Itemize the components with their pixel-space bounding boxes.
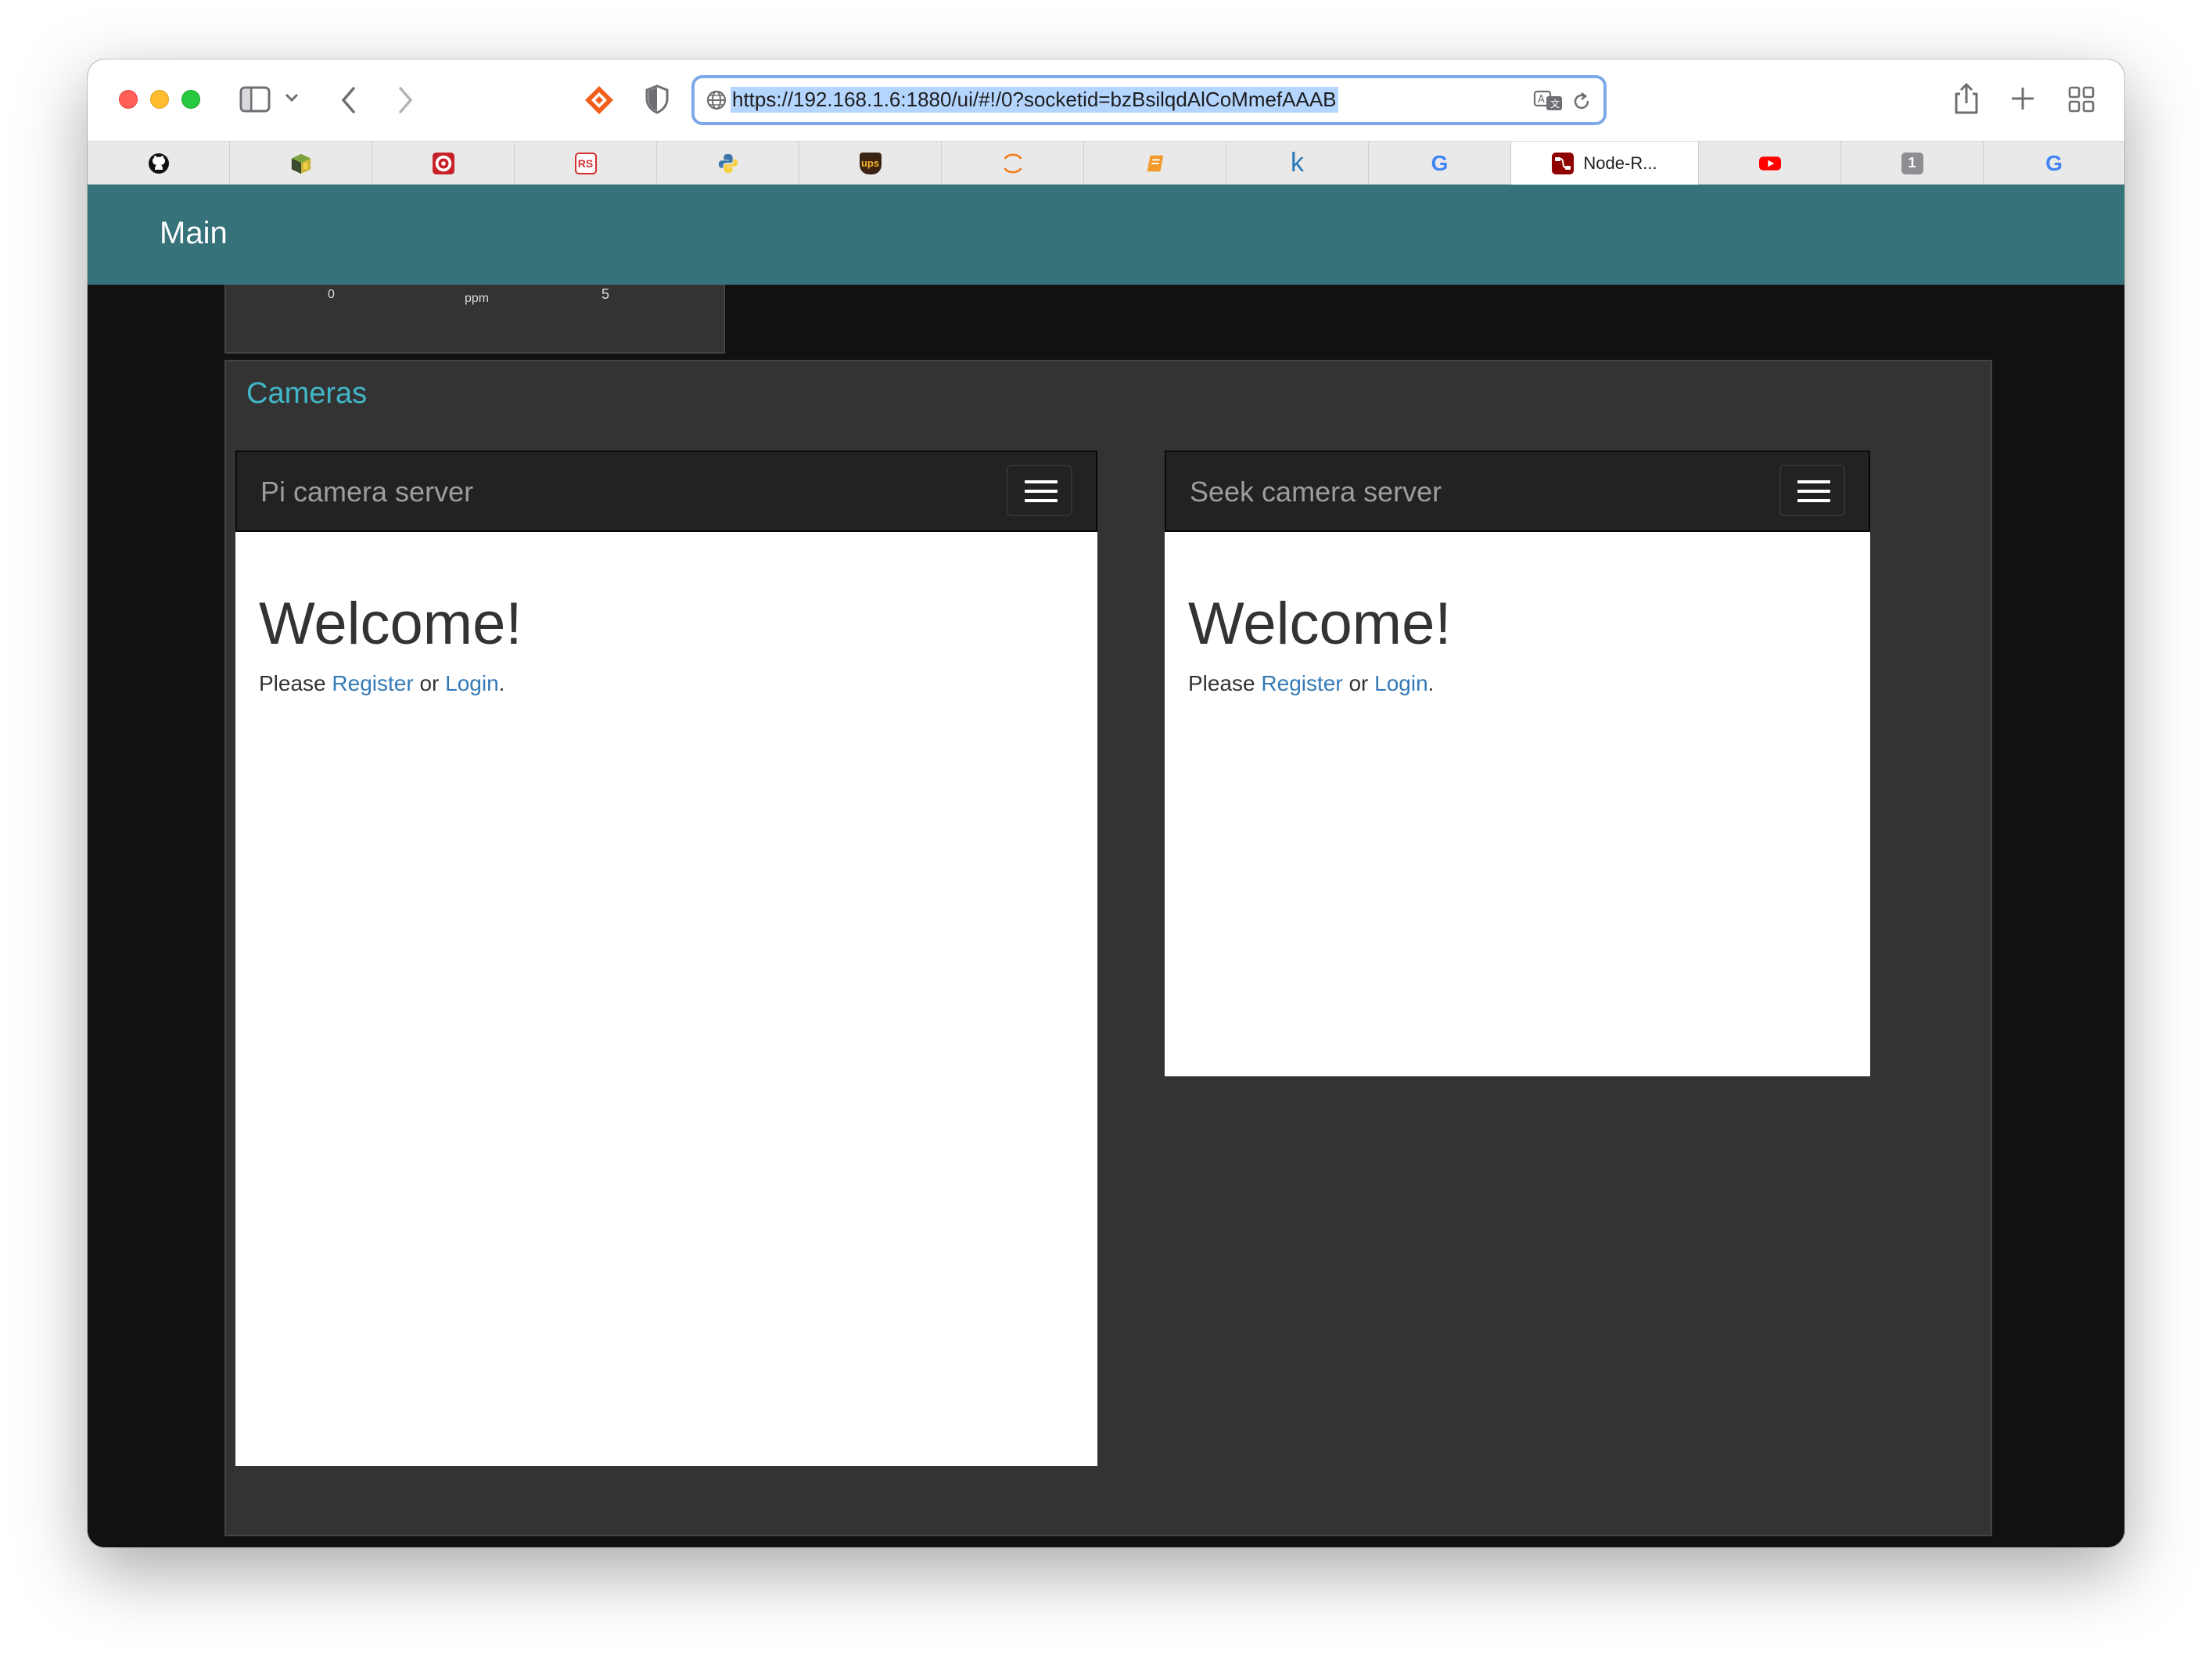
tab-overview-icon[interactable] (2068, 86, 2095, 113)
tab-google[interactable]: G (1369, 142, 1511, 185)
share-icon[interactable] (1952, 81, 1980, 116)
close-window-button[interactable] (119, 90, 138, 109)
chevron-down-icon[interactable] (285, 92, 299, 103)
python-icon (717, 153, 739, 174)
camera-navbar: Seek camera server (1165, 451, 1870, 532)
tab-label: Node-R... (1583, 153, 1657, 173)
welcome-heading: Welcome! (1188, 591, 1452, 657)
gauge-min-label: 0 (328, 288, 335, 301)
badge-one-icon: 1 (1901, 152, 1923, 174)
auth-prompt: Please Register or Login. (259, 671, 505, 695)
tab-package[interactable] (230, 142, 372, 185)
hamburger-icon (1025, 480, 1058, 483)
extension-icon[interactable] (584, 84, 615, 116)
tab-one[interactable]: 1 (1841, 142, 1984, 185)
arc-icon (1002, 153, 1024, 174)
browser-toolbar: https://192.168.1.6:1880/ui/#!/0?socketi… (88, 59, 2124, 141)
tab-github[interactable] (88, 142, 230, 185)
menu-toggle-button[interactable] (1007, 465, 1072, 516)
tab-arc[interactable] (942, 142, 1084, 185)
dashboard-header: Main (88, 185, 2124, 285)
address-bar[interactable]: https://192.168.1.6:1880/ui/#!/0?socketi… (691, 75, 1607, 125)
minimize-window-button[interactable] (150, 90, 169, 109)
globe-icon (706, 89, 727, 115)
hamburger-icon (1797, 480, 1830, 483)
back-button[interactable] (339, 86, 358, 114)
camera-navbar: Pi camera server (235, 451, 1097, 532)
url-text[interactable]: https://192.168.1.6:1880/ui/#!/0?socketi… (731, 87, 1338, 113)
tab-google-2[interactable]: G (1984, 142, 2124, 185)
tab-python[interactable] (657, 142, 799, 185)
cameras-group: Cameras Pi camera server Welcome! Please… (224, 360, 1992, 1536)
sidebar-toggle-icon[interactable] (239, 86, 271, 113)
gauge-max-label: 5 (601, 286, 610, 302)
tab-rs[interactable]: RS (515, 142, 657, 185)
page-title: Main (160, 216, 228, 250)
welcome-heading: Welcome! (259, 591, 522, 657)
package-icon (290, 153, 312, 174)
login-link[interactable]: Login (445, 671, 499, 695)
gauge-widget: 0 ppm 5 (224, 285, 725, 354)
ups-icon: ups (859, 152, 882, 174)
google-icon: G (2045, 150, 2063, 175)
menu-toggle-button[interactable] (1779, 465, 1845, 516)
camera-brand[interactable]: Pi camera server (260, 476, 473, 508)
k-icon: k (1291, 148, 1304, 178)
auth-prompt: Please Register or Login. (1188, 671, 1435, 695)
rs-icon: RS (574, 152, 597, 174)
tab-ups[interactable]: ups (799, 142, 942, 185)
new-tab-icon[interactable] (2010, 86, 2035, 111)
node-red-icon (1552, 152, 1575, 174)
tab-target[interactable] (372, 142, 515, 185)
tab-node-red[interactable]: Node-R... (1511, 142, 1699, 185)
pi-camera-frame: Pi camera server Welcome! Please Registe… (235, 451, 1097, 1466)
browser-window: https://192.168.1.6:1880/ui/#!/0?socketi… (88, 59, 2124, 1547)
github-icon (148, 153, 170, 174)
register-link[interactable]: Register (332, 671, 413, 695)
tab-book[interactable] (1084, 142, 1226, 185)
translate-icon[interactable]: A文 (1533, 89, 1564, 117)
group-title: Cameras (246, 377, 368, 410)
seek-camera-frame: Seek camera server Welcome! Please Regis… (1165, 451, 1870, 1076)
svg-text:文: 文 (1550, 98, 1560, 110)
register-link[interactable]: Register (1261, 671, 1342, 695)
tab-bar: RS ups k G Node-R... 1 G (88, 141, 2124, 185)
maximize-window-button[interactable] (181, 90, 200, 109)
camera-brand[interactable]: Seek camera server (1190, 476, 1442, 508)
login-link[interactable]: Login (1374, 671, 1428, 695)
gauge-unit-label: ppm (465, 292, 490, 305)
tab-youtube[interactable] (1699, 142, 1841, 185)
youtube-icon (1758, 153, 1781, 174)
tab-k[interactable]: k (1226, 142, 1369, 185)
privacy-shield-icon[interactable] (645, 84, 670, 114)
google-icon: G (1431, 150, 1449, 175)
svg-text:A: A (1538, 94, 1545, 106)
reload-icon[interactable] (1571, 91, 1593, 117)
forward-button[interactable] (396, 86, 415, 114)
target-icon (432, 152, 454, 174)
book-icon (1144, 153, 1166, 174)
